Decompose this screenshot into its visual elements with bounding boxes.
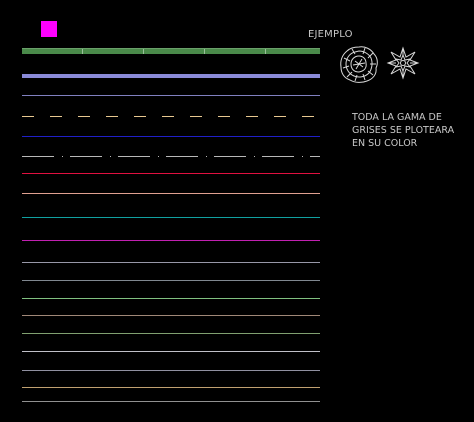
magenta-color-swatch (41, 21, 57, 37)
note-line-1: TODA LA GAMA DE (352, 112, 442, 123)
note-line-3: EN SU COLOR (352, 138, 418, 149)
linetype-sample-15 (22, 333, 320, 334)
linetype-sample-3 (22, 95, 320, 96)
linetype-sample-9 (22, 217, 320, 218)
round-shrub-symbol-icon (340, 46, 378, 83)
star-plant-symbol-icon (386, 46, 420, 80)
grayscale-plot-note: TODA LA GAMA DE GRISES SE PLOTEARA EN SU… (352, 111, 467, 150)
linetype-sample-5 (22, 136, 320, 137)
linetype-sample-4 (22, 116, 320, 117)
linetype-sample-14 (22, 315, 320, 316)
linetype-sample-2 (22, 74, 320, 78)
linetype-sample-18 (22, 387, 320, 388)
example-label: EJEMPLO (308, 29, 353, 40)
linetype-sample-11 (22, 262, 320, 263)
linetype-sample-1 (22, 48, 320, 54)
linetype-sample-19 (22, 401, 320, 402)
linetype-sample-7 (22, 173, 320, 174)
linetype-sample-10 (22, 240, 320, 241)
linetype-sample-16 (22, 351, 320, 352)
linetype-sample-6 (22, 156, 320, 157)
linetype-sample-12 (22, 280, 320, 281)
linetype-sample-8 (22, 193, 320, 194)
note-line-2: GRISES SE PLOTEARA (352, 125, 455, 136)
linetype-sample-17 (22, 370, 320, 371)
linetype-sample-13 (22, 298, 320, 299)
